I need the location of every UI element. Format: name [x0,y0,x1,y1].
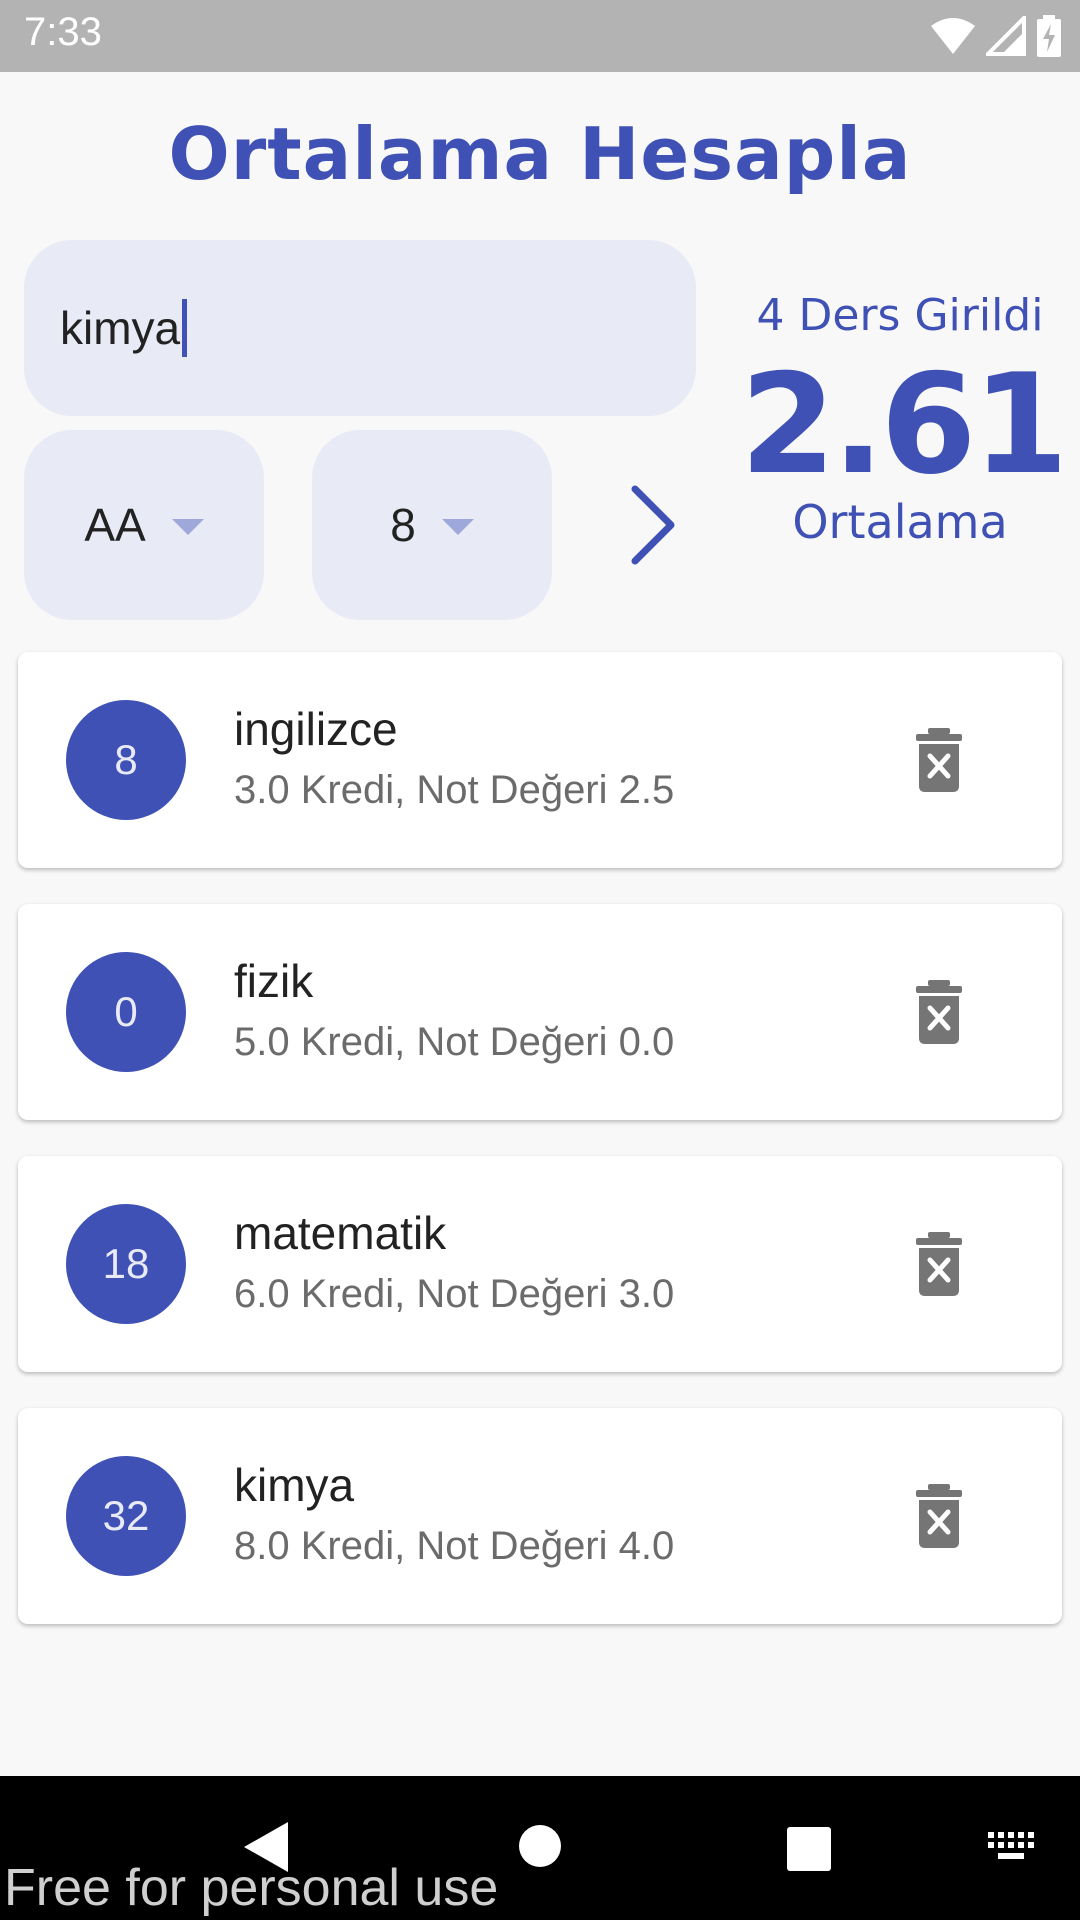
home-icon[interactable] [518,1824,562,1868]
keyboard-icon[interactable] [988,1832,1036,1862]
lesson-name: matematik [234,1207,447,1259]
page-title: Ortalama Hesapla [168,112,912,196]
average-summary: 4 Ders Girildi 2.61 Ortalama [740,290,1069,549]
lesson-name-value: kimya [60,302,181,354]
lesson-card: 18 matematik 6.0 Kredi, Not Değeri 3.0 [18,1156,1062,1372]
text-caret [182,299,188,357]
lesson-card: 0 fizik 5.0 Kredi, Not Değeri 0.0 [18,904,1062,1120]
lesson-name: ingilizce [234,703,398,755]
lesson-name-input[interactable]: kimya [24,240,696,416]
average-value: 2.61 [740,344,1069,505]
battery-charging-icon [1037,15,1061,57]
lesson-badge: 8 [66,700,186,820]
credit-value: 8 [390,499,416,551]
delete-icon[interactable] [914,980,964,1044]
add-lesson-button[interactable] [612,480,692,570]
chevron-right-icon [631,485,675,565]
status-time: 7:33 [24,10,102,54]
letter-grade-dropdown[interactable]: AA [24,430,264,620]
delete-icon[interactable] [914,1232,964,1296]
lesson-badge: 18 [66,1204,186,1324]
delete-icon[interactable] [914,728,964,792]
delete-icon[interactable] [914,1484,964,1548]
lesson-details: 8.0 Kredi, Not Değeri 4.0 [234,1524,675,1568]
credit-dropdown[interactable]: 8 [312,430,552,620]
dropdown-arrow-icon [441,519,474,535]
lesson-badge: 32 [66,1456,186,1576]
dropdown-arrow-icon [171,519,204,535]
watermark-text: Free for personal use [4,1859,499,1917]
lesson-name: kimya [234,1459,355,1511]
lesson-name: fizik [234,955,314,1007]
letter-grade-value: AA [84,499,146,551]
signal-icon [986,16,1026,56]
recents-icon[interactable] [786,1826,832,1872]
lesson-details: 5.0 Kredi, Not Değeri 0.0 [234,1020,675,1064]
lessons-entered-count: 4 Ders Girildi [756,290,1044,341]
lesson-card: 8 ingilizce 3.0 Kredi, Not Değeri 2.5 [18,652,1062,868]
status-bar: 7:33 [0,0,1080,72]
lesson-badge: 0 [66,952,186,1072]
lesson-card: 32 kimya 8.0 Kredi, Not Değeri 4.0 [18,1408,1062,1624]
wifi-icon [931,18,975,54]
status-icons [930,14,1062,58]
lesson-details: 3.0 Kredi, Not Değeri 2.5 [234,768,675,812]
lesson-details: 6.0 Kredi, Not Değeri 3.0 [234,1272,675,1316]
